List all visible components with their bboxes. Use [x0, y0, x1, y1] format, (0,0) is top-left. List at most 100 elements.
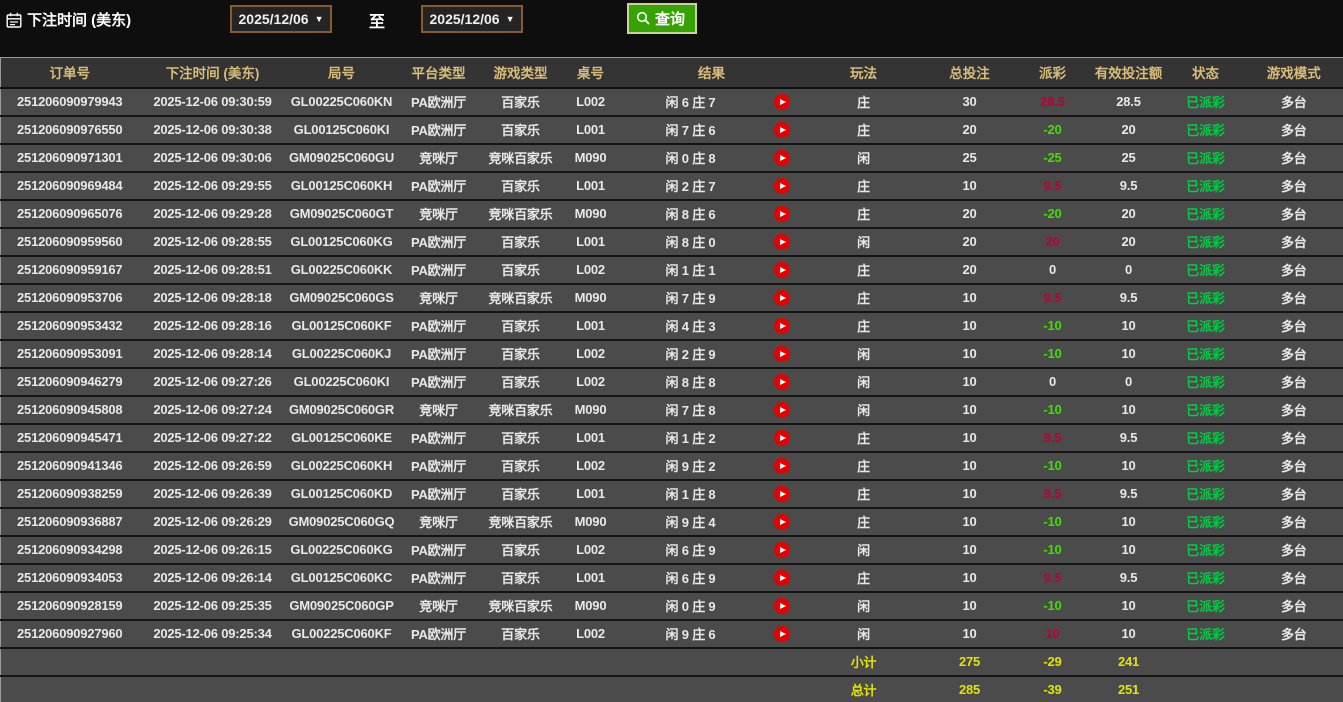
play-icon	[779, 462, 786, 469]
status-cell: 已派彩	[1166, 479, 1245, 509]
result-cell: 闲 8 庄 8	[620, 367, 761, 397]
replay-button[interactable]	[773, 121, 790, 138]
play-type-cell: 庄	[802, 311, 925, 341]
date-from-select[interactable]: 2025/12/06 ▼	[230, 5, 332, 33]
empty-cell	[1166, 675, 1245, 702]
platform-cell: 竞咪厅	[396, 143, 481, 173]
total-bet-cell: 10	[924, 395, 1015, 425]
platform-cell: 竞咪厅	[396, 507, 481, 537]
result-cell: 闲 1 庄 8	[620, 479, 761, 509]
valid-bet-cell: 9.5	[1090, 423, 1167, 453]
valid-bet-cell: 9.5	[1090, 479, 1167, 509]
replay-button[interactable]	[773, 289, 790, 306]
table-no-cell: M090	[560, 507, 621, 537]
date-to-select[interactable]: 2025/12/06 ▼	[421, 5, 523, 33]
play-type-cell: 庄	[802, 255, 925, 285]
replay-button[interactable]	[773, 513, 790, 530]
replay-button[interactable]	[773, 541, 790, 558]
valid-bet-cell: 10	[1090, 395, 1167, 425]
replay-button[interactable]	[773, 149, 790, 166]
play-type-cell: 庄	[802, 171, 925, 201]
play-type-cell: 庄	[802, 423, 925, 453]
empty-cell	[1244, 675, 1343, 702]
game-type-cell: 百家乐	[480, 87, 561, 117]
platform-cell: PA欧洲厅	[396, 619, 481, 649]
play-type-cell: 庄	[802, 199, 925, 229]
replay-button[interactable]	[773, 429, 790, 446]
payout-cell: -10	[1014, 339, 1091, 369]
game-type-cell: 百家乐	[480, 479, 561, 509]
replay-button[interactable]	[773, 569, 790, 586]
total-bet-cell: 10	[924, 171, 1015, 201]
payout-cell: 9.5	[1014, 423, 1091, 453]
valid-bet-cell: 20	[1090, 199, 1167, 229]
replay-button[interactable]	[773, 625, 790, 642]
platform-cell: PA欧洲厅	[396, 339, 481, 369]
game-type-cell: 百家乐	[480, 115, 561, 145]
result-cell: 闲 8 庄 0	[620, 227, 761, 257]
round-id-cell: GL00225C060KF	[286, 619, 397, 649]
total-bet-cell: 30	[924, 87, 1015, 117]
play-type-cell: 庄	[802, 115, 925, 145]
game-type-cell: 百家乐	[480, 563, 561, 593]
order-id-cell: 251206090965076	[0, 199, 139, 229]
round-id-cell: GL00225C060KK	[286, 255, 397, 285]
search-button[interactable]: 查询	[627, 3, 698, 34]
game-type-cell: 百家乐	[480, 171, 561, 201]
replay-button[interactable]	[773, 261, 790, 278]
replay-button[interactable]	[773, 373, 790, 390]
round-id-cell: GM09025C060GR	[286, 395, 397, 425]
replay-button[interactable]	[773, 597, 790, 614]
valid-bet-cell: 28.5	[1090, 87, 1167, 117]
game-type-cell: 百家乐	[480, 451, 561, 481]
replay-button[interactable]	[773, 177, 790, 194]
total-payout: -39	[1014, 675, 1091, 702]
replay-button[interactable]	[773, 233, 790, 250]
table-row: 251206090934053 2025-12-06 09:26:14 GL00…	[0, 563, 1343, 593]
col-table-no: 桌号	[560, 57, 621, 89]
replay-button[interactable]	[773, 485, 790, 502]
valid-bet-cell: 0	[1090, 367, 1167, 397]
play-icon	[779, 322, 786, 329]
table-row: 251206090965076 2025-12-06 09:29:28 GM09…	[0, 199, 1343, 229]
valid-bet-cell: 9.5	[1090, 283, 1167, 313]
platform-cell: PA欧洲厅	[396, 479, 481, 509]
replay-cell	[760, 535, 803, 565]
table-no-cell: L002	[560, 619, 621, 649]
game-type-cell: 百家乐	[480, 339, 561, 369]
game-type-cell: 竞咪百家乐	[480, 199, 561, 229]
replay-button[interactable]	[773, 345, 790, 362]
valid-bet-cell: 0	[1090, 255, 1167, 285]
status-cell: 已派彩	[1166, 255, 1245, 285]
table-row: 251206090976550 2025-12-06 09:30:38 GL00…	[0, 115, 1343, 145]
replay-button[interactable]	[773, 317, 790, 334]
game-mode-cell: 多台	[1244, 143, 1343, 173]
replay-button[interactable]	[773, 457, 790, 474]
round-id-cell: GL00125C060KI	[286, 115, 397, 145]
status-cell: 已派彩	[1166, 311, 1245, 341]
total-valid-bet: 251	[1090, 675, 1167, 702]
replay-cell	[760, 199, 803, 229]
round-id-cell: GM09025C060GU	[286, 143, 397, 173]
game-mode-cell: 多台	[1244, 423, 1343, 453]
replay-button[interactable]	[773, 401, 790, 418]
valid-bet-cell: 20	[1090, 115, 1167, 145]
table-no-cell: M090	[560, 395, 621, 425]
order-id-cell: 251206090959560	[0, 227, 139, 257]
round-id-cell: GL00125C060KE	[286, 423, 397, 453]
replay-cell	[760, 479, 803, 509]
game-type-cell: 竞咪百家乐	[480, 591, 561, 621]
replay-button[interactable]	[773, 93, 790, 110]
game-mode-cell: 多台	[1244, 507, 1343, 537]
order-id-cell: 251206090934053	[0, 563, 139, 593]
round-id-cell: GL00125C060KD	[286, 479, 397, 509]
replay-button[interactable]	[773, 205, 790, 222]
table-no-cell: L001	[560, 479, 621, 509]
play-type-cell: 闲	[802, 591, 925, 621]
game-type-cell: 百家乐	[480, 311, 561, 341]
play-icon	[779, 238, 786, 245]
play-icon	[779, 434, 786, 441]
payout-cell: 20	[1014, 227, 1091, 257]
platform-cell: 竞咪厅	[396, 283, 481, 313]
total-bet-cell: 25	[924, 143, 1015, 173]
